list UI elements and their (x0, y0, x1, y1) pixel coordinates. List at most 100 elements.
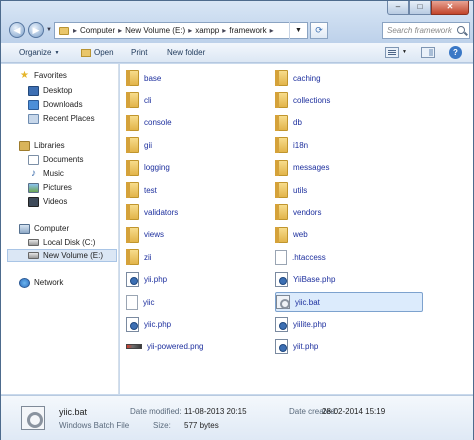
file-item[interactable]: collections (275, 90, 423, 110)
view-options-dropdown[interactable]: ▼ (402, 49, 407, 55)
breadcrumb-separator[interactable]: ▸ (188, 26, 192, 35)
explorer-window: – □ ✕ ◀ ▶ ▼ ▸ Computer ▸ New Volume (E:)… (0, 0, 474, 440)
nav-label: Pictures (43, 183, 72, 192)
print-button[interactable]: Print (131, 48, 147, 57)
refresh-button[interactable]: ⟳ (310, 22, 328, 39)
nav-pictures[interactable]: Pictures (28, 181, 72, 194)
file-item[interactable]: i18n (275, 135, 423, 155)
breadcrumb-computer[interactable]: Computer (80, 26, 115, 35)
file-item[interactable]: web (275, 225, 423, 245)
open-button[interactable]: Open (81, 48, 114, 57)
drive-icon (28, 239, 39, 246)
preview-pane-icon[interactable] (421, 47, 435, 58)
minimize-button[interactable]: – (387, 1, 409, 15)
organize-button[interactable]: Organize ▼ (19, 48, 59, 57)
breadcrumb-separator[interactable]: ▸ (270, 26, 274, 35)
file-item[interactable]: yiic.php (126, 314, 266, 334)
file-item[interactable]: console (126, 113, 266, 133)
file-item[interactable]: logging (126, 158, 266, 178)
file-item[interactable]: caching (275, 68, 423, 88)
organize-label: Organize (19, 48, 52, 57)
nav-new-volume[interactable]: New Volume (E:) (7, 249, 117, 262)
file-item[interactable]: cli (126, 90, 266, 110)
nav-downloads[interactable]: Downloads (28, 98, 83, 111)
batch-file-icon (21, 406, 45, 430)
nav-libraries[interactable]: Libraries (19, 139, 65, 152)
file-item[interactable]: yiit.php (275, 337, 423, 357)
file-item[interactable]: yii-powered.png (126, 337, 266, 357)
folder-icon (126, 204, 139, 221)
file-item[interactable]: vendors (275, 202, 423, 222)
back-button[interactable]: ◀ (9, 22, 25, 38)
recent-pages-dropdown[interactable]: ▼ (46, 27, 52, 33)
change-view-icon[interactable] (385, 47, 399, 58)
computer-icon (19, 223, 30, 234)
file-name: yiit.php (293, 342, 319, 352)
file-item[interactable]: test (126, 180, 266, 200)
folder-icon (59, 26, 69, 35)
nav-label: Favorites (34, 71, 67, 80)
forward-button[interactable]: ▶ (28, 22, 44, 38)
address-field[interactable]: ▸ Computer ▸ New Volume (E:) ▸ xampp ▸ f… (54, 22, 308, 39)
folder-icon (126, 70, 139, 86)
folder-icon (275, 159, 288, 176)
nav-favorites[interactable]: ★ Favorites (19, 69, 67, 82)
breadcrumb-separator[interactable]: ▸ (118, 26, 122, 35)
new-folder-button[interactable]: New folder (167, 48, 205, 57)
breadcrumb-xampp[interactable]: xampp (195, 26, 219, 35)
file-item[interactable]: yiic.bat (275, 292, 423, 312)
downloads-icon (28, 99, 39, 110)
file-item[interactable]: .htaccess (275, 247, 423, 267)
file-item[interactable]: gii (126, 135, 266, 155)
file-item[interactable]: base (126, 68, 266, 88)
nav-music[interactable]: ♪ Music (28, 167, 64, 180)
file-item[interactable]: views (126, 225, 266, 245)
file-name: test (144, 185, 157, 195)
folder-icon (275, 182, 288, 198)
breadcrumb-new-volume[interactable]: New Volume (E:) (125, 26, 185, 35)
file-item[interactable]: db (275, 113, 423, 133)
nav-label: Computer (34, 224, 70, 233)
folder-icon (126, 226, 139, 243)
file-item[interactable]: validators (126, 202, 266, 222)
breadcrumb-framework[interactable]: framework (229, 26, 266, 35)
nav-documents[interactable]: Documents (28, 153, 83, 166)
folder-icon (275, 70, 288, 86)
file-name: views (144, 230, 165, 240)
nav-label: Libraries (34, 141, 65, 150)
file-name: vendors (293, 207, 322, 217)
file-name: YiiBase.php (293, 275, 336, 285)
drive-icon (28, 252, 39, 259)
breadcrumb-separator[interactable]: ▸ (222, 26, 226, 35)
address-dropdown-button[interactable]: ▼ (289, 22, 307, 39)
nav-desktop[interactable]: Desktop (28, 84, 72, 97)
file-item[interactable]: messages (275, 158, 423, 178)
php-file-icon (275, 316, 288, 332)
breadcrumb-separator[interactable]: ▸ (73, 26, 77, 35)
command-bar: Organize ▼ Open Print New folder ▼ ? (1, 43, 473, 63)
maximize-button[interactable]: □ (409, 1, 431, 15)
nav-label: Documents (43, 155, 84, 164)
nav-recent-places[interactable]: Recent Places (28, 112, 95, 125)
folder-icon (126, 182, 139, 198)
file-item[interactable]: zii (126, 247, 266, 267)
file-item[interactable]: YiiBase.php (275, 270, 423, 290)
nav-label: Recent Places (43, 114, 95, 123)
bat-file-icon (276, 295, 290, 309)
php-file-icon (275, 339, 288, 355)
nav-computer[interactable]: Computer (19, 222, 69, 235)
folder-icon (275, 114, 288, 131)
file-item[interactable]: yii.php (126, 270, 266, 290)
search-input[interactable]: Search framework (382, 22, 470, 39)
nav-local-disk[interactable]: Local Disk (C:) (28, 236, 95, 249)
help-icon[interactable]: ? (449, 46, 462, 59)
file-item[interactable]: yiic (126, 292, 266, 312)
nav-label: Network (34, 278, 64, 287)
close-button[interactable]: ✕ (431, 1, 469, 15)
nav-network[interactable]: Network (19, 276, 63, 289)
nav-videos[interactable]: Videos (28, 195, 67, 208)
file-item[interactable]: yiilite.php (275, 314, 423, 334)
open-label: Open (94, 48, 114, 57)
file-item[interactable]: utils (275, 180, 423, 200)
folder-icon (126, 92, 139, 109)
